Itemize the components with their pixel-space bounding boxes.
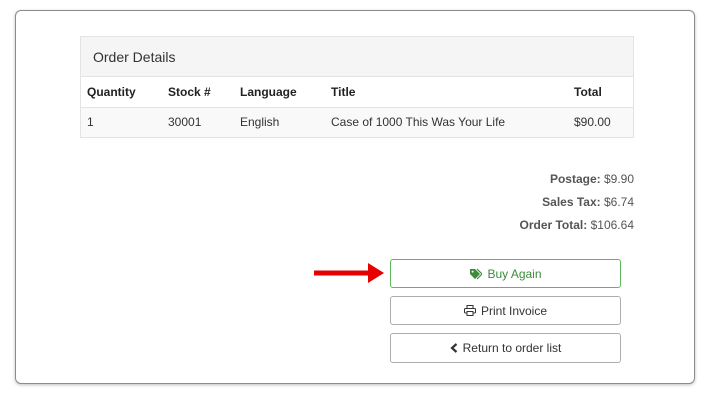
cell-title: Case of 1000 This Was Your Life: [325, 107, 568, 137]
cell-stock: 30001: [162, 107, 234, 137]
print-invoice-button[interactable]: Print Invoice: [390, 296, 621, 325]
red-arrow-icon: [314, 263, 384, 283]
table-row: 1 30001 English Case of 1000 This Was Yo…: [81, 107, 633, 137]
column-header-total: Total: [568, 77, 633, 108]
panel-heading: Order Details: [81, 37, 633, 77]
sales-tax-value: $6.74: [603, 195, 634, 209]
postage-label: Postage:: [549, 172, 601, 186]
postage-line: Postage: $9.90: [550, 172, 634, 186]
tags-icon: [469, 268, 483, 280]
order-total-label: Order Total:: [519, 218, 588, 232]
postage-value: $9.90: [603, 172, 634, 186]
order-details-panel: Order Details Quantity Stock # Language …: [80, 36, 634, 138]
sales-tax-line: Sales Tax: $6.74: [542, 195, 634, 209]
table-header-row: Quantity Stock # Language Title Total: [81, 77, 633, 108]
cell-quantity: 1: [81, 107, 162, 137]
column-header-language: Language: [234, 77, 325, 108]
column-header-stock: Stock #: [162, 77, 234, 108]
cell-language: English: [234, 107, 325, 137]
print-icon: [463, 305, 476, 316]
order-total-line: Order Total: $106.64: [519, 218, 634, 232]
chevron-left-icon: [449, 343, 458, 353]
print-invoice-label: Print Invoice: [480, 303, 548, 318]
buy-again-button[interactable]: Buy Again: [390, 259, 621, 288]
return-to-order-list-label: Return to order list: [462, 341, 562, 355]
order-total-value: $106.64: [590, 218, 634, 232]
sales-tax-label: Sales Tax:: [542, 195, 601, 209]
order-details-table: Quantity Stock # Language Title Total 1 …: [81, 77, 633, 137]
column-header-quantity: Quantity: [81, 77, 162, 108]
cell-total: $90.00: [568, 107, 633, 137]
return-to-order-list-button[interactable]: Return to order list: [390, 333, 621, 363]
buy-again-label: Buy Again: [487, 266, 542, 281]
column-header-title: Title: [325, 77, 568, 108]
